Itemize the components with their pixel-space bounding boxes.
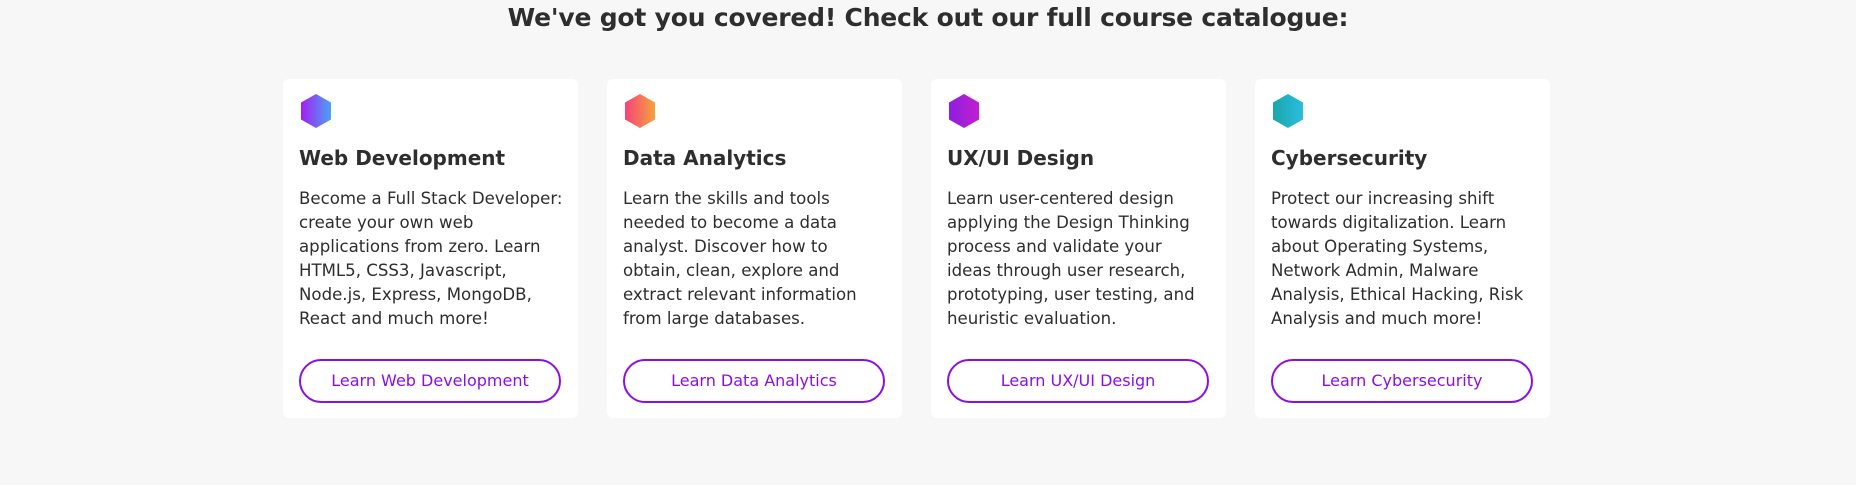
learn-cybersecurity-button[interactable]: Learn Cybersecurity (1271, 359, 1533, 403)
course-title: Data Analytics (623, 146, 787, 170)
course-description: Learn user-centered design applying the … (947, 189, 1195, 328)
section-heading: We've got you covered! Check out our ful… (507, 3, 1349, 32)
learn-data-analytics-button[interactable]: Learn Data Analytics (623, 359, 885, 403)
course-card-cybersecurity: Cybersecurity Protect our increasing shi… (1255, 79, 1550, 418)
course-title: Cybersecurity (1271, 146, 1428, 170)
course-card-ux-ui-design: UX/UI Design Learn user-centered design … (931, 79, 1226, 418)
learn-web-development-button[interactable]: Learn Web Development (299, 359, 561, 403)
hexagon-icon (1273, 94, 1303, 128)
hexagon-icon (301, 94, 331, 128)
course-card-data-analytics: Data Analytics Learn the skills and tool… (607, 79, 902, 418)
course-description: Learn the skills and tools needed to bec… (623, 189, 857, 328)
hexagon-icon (949, 94, 979, 128)
learn-ux-ui-design-button[interactable]: Learn UX/UI Design (947, 359, 1209, 403)
course-cards: Web Development Become a Full Stack Deve… (283, 79, 1550, 418)
hexagon-icon (625, 94, 655, 128)
course-title: Web Development (299, 146, 506, 170)
course-card-web-development: Web Development Become a Full Stack Deve… (283, 79, 578, 418)
course-description: Protect our increasing shift towards dig… (1271, 189, 1524, 328)
course-description: Become a Full Stack Developer: create yo… (299, 189, 563, 328)
course-title: UX/UI Design (947, 146, 1095, 170)
